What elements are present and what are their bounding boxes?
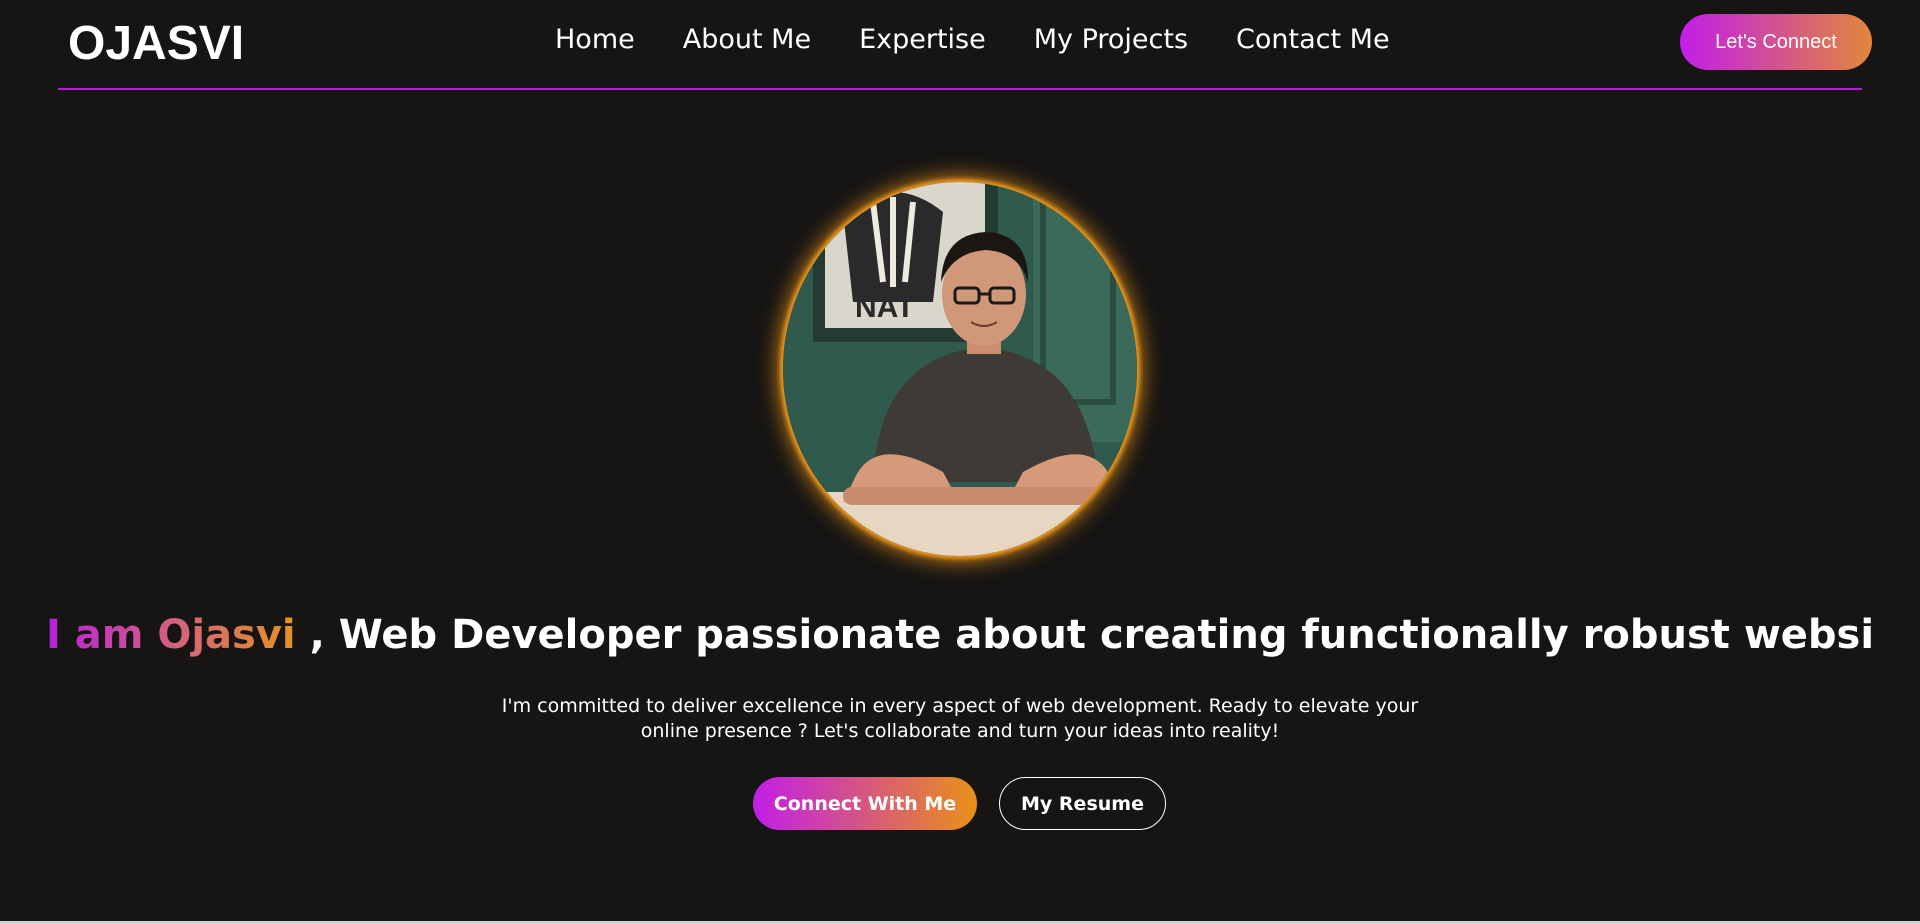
hero-headline-name: I am Ojasvi <box>45 612 296 658</box>
nav-item-contact-me[interactable]: Contact Me <box>1236 24 1390 55</box>
top-navbar: OJASVI Home About Me Expertise My Projec… <box>58 0 1872 90</box>
my-resume-button[interactable]: My Resume <box>999 777 1166 830</box>
nav-links: Home About Me Expertise My Projects Cont… <box>555 24 1390 55</box>
profile-photo-icon: NAT <box>783 182 1137 556</box>
nav-item-my-projects[interactable]: My Projects <box>1034 24 1188 55</box>
nav-item-about-me[interactable]: About Me <box>683 24 811 55</box>
profile-avatar: NAT <box>783 182 1137 556</box>
nav-item-expertise[interactable]: Expertise <box>859 24 986 55</box>
poster-text: NAT <box>855 291 914 324</box>
lets-connect-button[interactable]: Let's Connect <box>1680 14 1872 70</box>
hero-headline-rest: , Web Developer passionate about creatin… <box>309 612 1875 658</box>
site-logo[interactable]: OJASVI <box>68 16 244 71</box>
hero-tagline: I'm committed to deliver excellence in e… <box>501 695 1419 742</box>
hero-headline: I am Ojasvi , Web Developer passionate a… <box>0 612 1920 658</box>
nav-item-home[interactable]: Home <box>555 24 635 55</box>
landing-page: OJASVI Home About Me Expertise My Projec… <box>0 0 1920 924</box>
hero-buttons: Connect With Me My Resume <box>753 777 1166 830</box>
connect-with-me-button[interactable]: Connect With Me <box>753 777 977 830</box>
